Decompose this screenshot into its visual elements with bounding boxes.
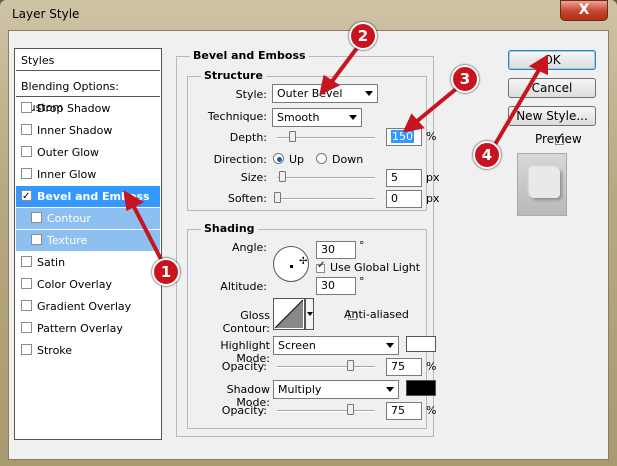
arrow-4-head <box>528 54 548 76</box>
arrow-1-head <box>123 190 145 212</box>
arrow-2-line <box>328 42 362 86</box>
arrow-4-line <box>488 66 542 155</box>
annotation-marker-2: 2 <box>349 22 377 50</box>
annotation-arrows <box>123 42 548 268</box>
annotation-marker-3: 3 <box>451 65 479 93</box>
arrow-1-line <box>130 202 167 268</box>
annotation-marker-1: 1 <box>152 258 180 286</box>
annotation-marker-4: 4 <box>473 141 501 169</box>
